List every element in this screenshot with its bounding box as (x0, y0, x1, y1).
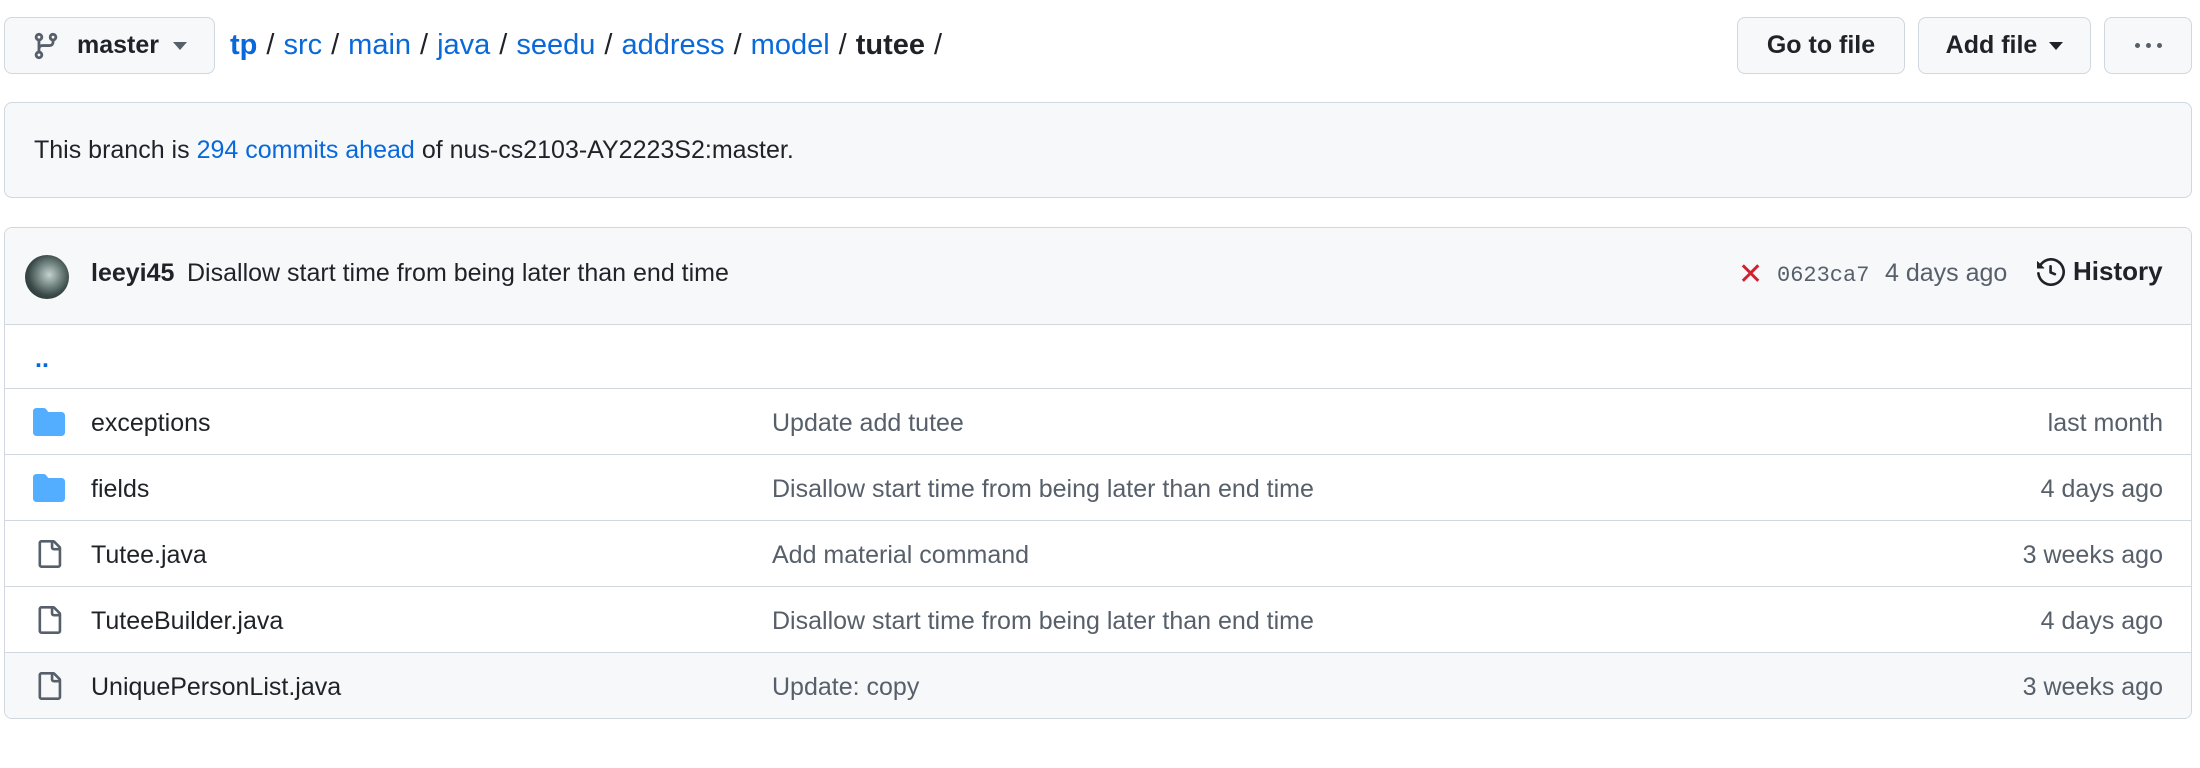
file-commit-message-link[interactable]: Update: copy (772, 673, 919, 702)
x-status-icon[interactable]: ✕ (1738, 260, 1763, 290)
breadcrumb-link-model[interactable]: model (751, 29, 830, 62)
breadcrumb-link-java[interactable]: java (437, 29, 490, 62)
file-age: last month (2047, 409, 2163, 437)
breadcrumb-separator: / (420, 29, 429, 61)
history-icon (2037, 257, 2065, 286)
table-row[interactable]: fields Disallow start time from being la… (5, 455, 2191, 521)
branch-name: master (77, 31, 159, 59)
breadcrumb-separator: / (838, 29, 847, 61)
file-age: 3 weeks ago (2022, 541, 2163, 569)
git-branch-icon (34, 32, 58, 59)
breadcrumb-link-address[interactable]: address (621, 29, 724, 62)
file-commit-message-link[interactable]: Add material command (772, 541, 1029, 570)
file-name-link[interactable]: UniquePersonList.java (91, 673, 341, 702)
commits-ahead-link[interactable]: 294 commits ahead (197, 136, 415, 165)
branch-selector-button[interactable]: master (4, 17, 215, 74)
table-row[interactable]: Tutee.java Add material command 3 weeks … (5, 521, 2191, 587)
folder-icon (33, 408, 65, 436)
history-button[interactable]: History (2037, 256, 2163, 287)
chevron-down-icon (2049, 41, 2064, 50)
commit-message-link[interactable]: Disallow start time from being later tha… (187, 259, 729, 288)
file-icon (38, 540, 62, 568)
breadcrumb-separator: / (266, 29, 275, 61)
breadcrumb-link-seedu[interactable]: seedu (516, 29, 595, 62)
file-commit-message-link[interactable]: Disallow start time from being later tha… (772, 607, 1314, 636)
notice-suffix: of nus-cs2103-AY2223S2:master. (421, 135, 794, 164)
file-table: leeyi45 Disallow start time from being l… (4, 227, 2192, 719)
history-label: History (2073, 256, 2163, 286)
breadcrumb-separator: / (733, 29, 742, 61)
parent-directory-link[interactable]: .. (35, 345, 49, 374)
breadcrumb-separator: / (604, 29, 613, 61)
file-name-link[interactable]: TuteeBuilder.java (91, 607, 283, 636)
add-file-button[interactable]: Add file (1918, 17, 2091, 74)
add-file-label: Add file (1945, 31, 2038, 59)
table-row[interactable]: UniquePersonList.java Update: copy 3 wee… (5, 653, 2191, 718)
commit-sha-link[interactable]: 0623ca7 (1777, 263, 1869, 288)
commit-age: 4 days ago (1885, 259, 2008, 287)
commit-author-link[interactable]: leeyi45 (91, 259, 174, 288)
chevron-down-icon (173, 41, 187, 50)
go-to-file-button[interactable]: Go to file (1737, 17, 1905, 74)
go-to-file-label: Go to file (1766, 31, 1876, 59)
more-options-button[interactable] (2104, 17, 2192, 74)
breadcrumb: tp / src / main / java / seedu / address… (230, 17, 951, 74)
breadcrumb-separator: / (934, 29, 943, 61)
top-bar: master tp / src / main / java / seedu / … (4, 17, 2194, 74)
parent-directory-row[interactable]: .. (5, 325, 2191, 389)
file-name-link[interactable]: Tutee.java (91, 541, 207, 570)
file-commit-message-link[interactable]: Update add tutee (772, 409, 964, 438)
branch-status-notice: This branch is 294 commits ahead of nus-… (4, 102, 2192, 198)
breadcrumb-separator: / (331, 29, 340, 61)
latest-commit-bar: leeyi45 Disallow start time from being l… (5, 228, 2191, 325)
file-commit-message-link[interactable]: Disallow start time from being later tha… (772, 475, 1314, 504)
breadcrumb-separator: / (499, 29, 508, 61)
breadcrumb-link-src[interactable]: src (283, 29, 322, 62)
breadcrumb-link-main[interactable]: main (348, 29, 411, 62)
notice-prefix: This branch is (34, 135, 190, 164)
breadcrumb-current: tutee (855, 29, 926, 61)
file-age: 4 days ago (2040, 607, 2163, 635)
avatar[interactable] (25, 255, 69, 299)
file-icon (38, 672, 62, 700)
breadcrumb-link-tp[interactable]: tp (230, 29, 257, 62)
file-age: 4 days ago (2040, 475, 2163, 503)
table-row[interactable]: TuteeBuilder.java Disallow start time fr… (5, 587, 2191, 653)
kebab-horizontal-icon (2134, 43, 2162, 48)
file-age: 3 weeks ago (2022, 673, 2163, 701)
folder-icon (33, 474, 65, 502)
file-name-link[interactable]: fields (91, 475, 149, 504)
table-row[interactable]: exceptions Update add tutee last month (5, 389, 2191, 455)
file-name-link[interactable]: exceptions (91, 409, 211, 438)
file-icon (38, 606, 62, 634)
